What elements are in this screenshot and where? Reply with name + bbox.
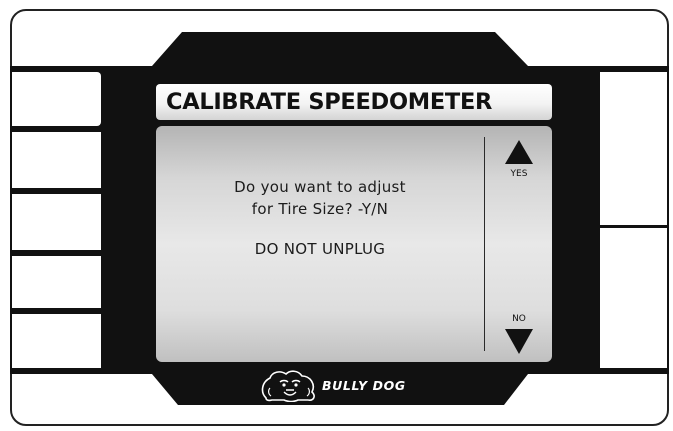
yes-softkey[interactable]: YES xyxy=(496,138,542,186)
prompt-line-2: for Tire Size? -Y/N xyxy=(251,200,389,218)
yes-label: YES xyxy=(510,169,528,179)
screen-title: CALIBRATE SPEEDOMETER xyxy=(166,89,493,115)
left-side-button-5[interactable] xyxy=(12,314,101,368)
bulldog-logo-icon xyxy=(261,370,315,402)
arrow-up-icon xyxy=(505,140,533,164)
gauge-device: CALIBRATE SPEEDOMETER Do you want to adj… xyxy=(0,0,673,431)
left-side-button-3[interactable] xyxy=(12,194,101,250)
warning-text: DO NOT UNPLUG xyxy=(254,240,386,258)
left-side-button-1[interactable] xyxy=(12,72,101,126)
left-side-button-2[interactable] xyxy=(12,132,101,188)
prompt-line-1: Do you want to adjust xyxy=(234,178,406,196)
right-side-button-bottom[interactable] xyxy=(600,228,667,368)
no-label: NO xyxy=(512,314,526,324)
left-side-button-4[interactable] xyxy=(12,256,101,308)
brand-name: BULLY DOG xyxy=(322,378,406,393)
right-side-button-top[interactable] xyxy=(600,72,667,225)
no-softkey[interactable]: NO xyxy=(496,310,542,356)
softkey-divider xyxy=(484,137,485,351)
arrow-down-icon xyxy=(505,329,533,354)
